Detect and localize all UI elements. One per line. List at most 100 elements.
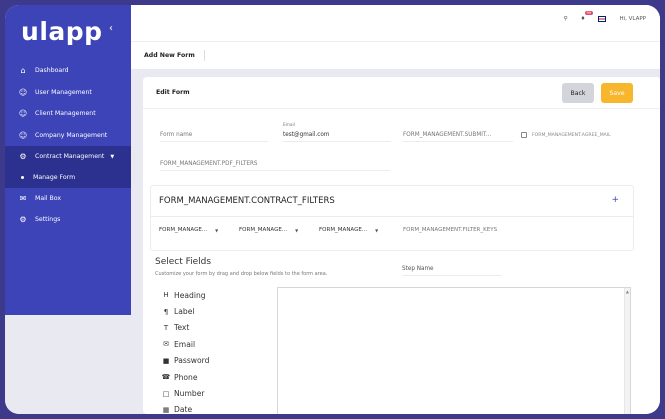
field-palette: H Heading ¶ Label T Text ✉ Email ■ Password ☎… — [161, 287, 261, 414]
form-name-input[interactable]: Form name — [160, 132, 268, 142]
user-greeting[interactable]: Hi, VLAPP — [619, 16, 646, 22]
mail-icon: ✉ — [19, 193, 27, 203]
palette-item-label: Heading — [174, 290, 206, 300]
sidebar-item-label: Client Management — [35, 110, 96, 118]
sidebar-item-label: Company Management — [35, 131, 108, 139]
sidebar-item-label: Settings — [35, 216, 61, 224]
topbar: ⚲ ♦ 99 Hi, VLAPP — [131, 5, 660, 41]
sidebar-item-contract-management[interactable]: ⚙ Contract Management ▼ — [5, 146, 131, 168]
caret-down-icon: ▼ — [295, 227, 299, 233]
collapse-chevron-icon[interactable]: ‹ — [109, 23, 113, 34]
bell-icon[interactable]: ♦ 99 — [581, 11, 594, 22]
filter-select-1[interactable]: FORM_MANAGE... ▼ — [159, 227, 218, 233]
sidebar-item-client-management[interactable]: ☺ Client Management — [5, 103, 131, 125]
calendar-icon: ▦ — [162, 405, 170, 414]
user-icon: ☺ — [18, 109, 28, 119]
email-field[interactable]: Email test@gmail.com — [283, 123, 391, 142]
sidebar-item-label: Mail Box — [35, 194, 62, 202]
gear-icon: ⚙ — [19, 152, 27, 162]
search-icon[interactable]: ⚲ — [564, 16, 568, 22]
gear-icon: ⚙ — [19, 215, 27, 225]
palette-item-label: Phone — [174, 372, 198, 382]
sidebar-subitem-manage-form[interactable]: Manage Form — [5, 167, 131, 188]
palette-item-date[interactable]: ▦ Date — [161, 402, 261, 414]
palette-item-label: Text — [174, 323, 190, 333]
edit-form-card: Edit Form Back Save Form name Email test… — [143, 77, 660, 414]
heading-icon: H — [163, 291, 169, 300]
app-logo[interactable]: u lapp — [21, 13, 103, 49]
palette-item-label: Label — [174, 307, 195, 317]
palette-item-number[interactable]: □ Number — [161, 385, 261, 401]
dropzone-scrollbar[interactable] — [624, 288, 630, 414]
filters-divider — [151, 216, 633, 217]
sidebar-item-label: Dashboard — [35, 67, 69, 75]
user-icon: ☺ — [18, 87, 28, 97]
palette-item-text[interactable]: T Text — [161, 320, 261, 336]
back-button[interactable]: Back — [562, 83, 594, 103]
form-drop-area[interactable]: ▲ — [277, 287, 631, 414]
sidebar-item-label: User Management — [35, 88, 92, 96]
sidebar-item-company-management[interactable]: ☺ Company Management — [5, 125, 131, 147]
select-fields-subtitle: Customize your form by drag and drop bel… — [155, 271, 328, 277]
filter-select-value: FORM_MANAGE... — [159, 227, 208, 233]
filter-select-value: FORM_MANAGE... — [319, 227, 368, 233]
logo-text: lapp — [39, 16, 103, 46]
pdf-filters-field[interactable]: FORM_MANAGEMENT.PDF_FILTERS — [160, 161, 390, 171]
palette-item-label[interactable]: ¶ Label — [161, 303, 261, 319]
number-icon: □ — [162, 389, 170, 398]
palette-item-label: Email — [174, 339, 196, 349]
bullet-icon — [21, 176, 24, 179]
paragraph-icon: ¶ — [163, 307, 169, 316]
sidebar: u lapp ‹ ⌂ Dashboard ☺ User Management ☺ … — [5, 5, 131, 315]
palette-item-label: Number — [174, 389, 205, 399]
add-filter-button[interactable]: + — [611, 195, 619, 205]
text-icon: T — [163, 323, 169, 332]
notification-badge: 99 — [584, 11, 594, 15]
email-value: test@gmail.com — [283, 132, 330, 138]
caret-down-icon: ▼ — [215, 227, 219, 233]
scroll-up-arrow-icon[interactable]: ▲ — [626, 289, 629, 294]
palette-item-label: Password — [174, 356, 210, 366]
select-fields-title: Select Fields — [155, 257, 212, 267]
checkbox-box[interactable] — [521, 132, 527, 138]
contract-filters-title: FORM_MANAGEMENT.CONTRACT_FILTERS — [159, 196, 335, 206]
sidebar-footer-area — [5, 315, 131, 414]
caret-down-icon: ▼ — [375, 227, 379, 233]
lock-icon: ■ — [162, 356, 170, 365]
palette-item-heading[interactable]: H Heading — [161, 287, 261, 303]
logo-u: u — [21, 16, 40, 46]
card-title: Edit Form — [156, 89, 190, 96]
page-title: Add New Form — [144, 52, 195, 59]
user-icon: ☺ — [18, 130, 28, 140]
uk-flag-icon[interactable] — [598, 16, 607, 22]
email-label: Email — [283, 123, 295, 128]
sidebar-item-dashboard[interactable]: ⌂ Dashboard — [5, 60, 131, 82]
filter-select-3[interactable]: FORM_MANAGE... ▼ — [319, 227, 378, 233]
sidebar-item-user-management[interactable]: ☺ User Management — [5, 82, 131, 104]
card-header: Edit Form Back Save — [143, 77, 660, 109]
agree-mail-label: FORM_MANAGEMENT.AGREE_MAIL — [532, 132, 611, 138]
palette-item-label: Date — [174, 405, 193, 414]
palette-item-phone[interactable]: ☎ Phone — [161, 369, 261, 385]
step-name-input[interactable]: Step Name — [402, 266, 502, 276]
sidebar-item-mail-box[interactable]: ✉ Mail Box — [5, 188, 131, 210]
submit-field[interactable]: FORM_MANAGEMENT.SUBMIT... — [403, 132, 513, 142]
save-button[interactable]: Save — [601, 83, 633, 103]
agree-mail-checkbox[interactable]: FORM_MANAGEMENT.AGREE_MAIL — [521, 132, 611, 138]
breadcrumb-divider — [204, 50, 205, 61]
chevron-down-icon: ▼ — [110, 153, 115, 160]
sidebar-item-settings[interactable]: ⚙ Settings — [5, 209, 131, 231]
sidebar-nav: ⌂ Dashboard ☺ User Management ☺ Client M… — [5, 60, 131, 231]
topbar-actions: ⚲ ♦ 99 Hi, VLAPP — [551, 11, 646, 22]
palette-item-email[interactable]: ✉ Email — [161, 336, 261, 352]
phone-icon: ☎ — [161, 373, 171, 382]
envelope-icon: ✉ — [163, 340, 169, 349]
palette-item-password[interactable]: ■ Password — [161, 353, 261, 369]
filter-select-2[interactable]: FORM_MANAGE... ▼ — [239, 227, 298, 233]
app-frame: u lapp ‹ ⌂ Dashboard ☺ User Management ☺ … — [5, 5, 660, 414]
filter-select-value: FORM_MANAGE... — [239, 227, 288, 233]
sidebar-subitem-label: Manage Form — [33, 174, 76, 181]
sidebar-item-label: Contract Management — [35, 153, 105, 161]
home-icon: ⌂ — [20, 66, 26, 76]
filter-keys-input[interactable]: FORM_MANAGEMENT.FILTER_KEYS — [403, 227, 497, 233]
